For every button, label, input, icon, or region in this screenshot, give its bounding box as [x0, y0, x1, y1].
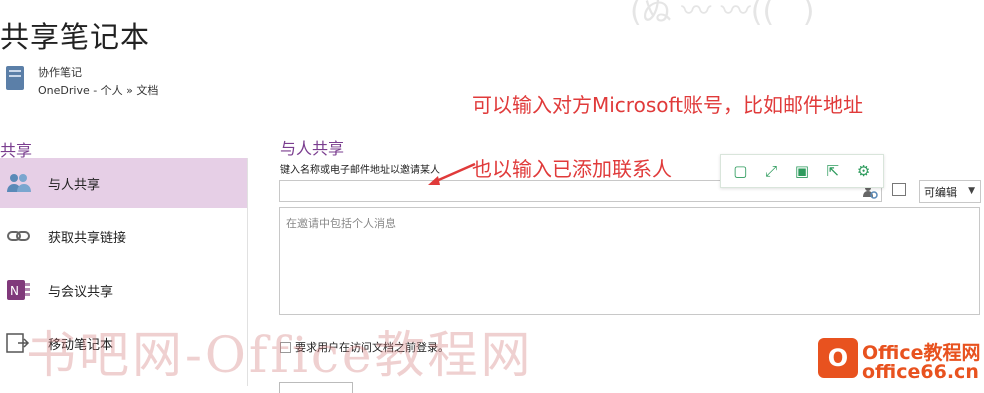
floating-toolbar: ▢ ⤢ ▣ ⇱ ⚙	[720, 154, 884, 188]
annotation-contacts: 也以输入已添加联系人	[472, 157, 672, 181]
permission-value: 可编辑	[924, 186, 957, 199]
expand-icon[interactable]: ⤢	[760, 162, 782, 180]
share-heading: 与人共享	[280, 139, 345, 158]
permission-select[interactable]: 可编辑 ▼	[919, 180, 981, 203]
page-title: 共享笔记本	[0, 20, 151, 54]
people-icon	[6, 172, 32, 194]
sidebar-item-share-with-people[interactable]: 与人共享	[0, 158, 247, 208]
copy-icon[interactable]: ▢	[729, 162, 751, 180]
save-icon[interactable]: ▣	[791, 162, 813, 180]
sidebar-item-share-meeting[interactable]: N 与会议共享	[0, 265, 247, 315]
share-icon[interactable]: ⇱	[822, 162, 844, 180]
message-placeholder: 在邀请中包括个人消息	[286, 217, 396, 230]
link-icon	[6, 225, 32, 247]
top-decoration: (ぬ 〰 〰(( ͡ ͡ )	[630, 0, 815, 29]
address-book-icon[interactable]	[892, 183, 906, 196]
notebook-location: OneDrive - 个人 » 文档	[38, 84, 159, 97]
invite-label: 键入名称或电子邮件地址以邀请某人	[280, 165, 440, 176]
notebook-icon	[6, 66, 24, 90]
watermark: 书吧网-Office教程网	[26, 326, 534, 384]
sidebar-item-label: 与会议共享	[48, 285, 114, 300]
svg-text:N: N	[10, 284, 19, 298]
office-logo-icon: O	[818, 338, 858, 378]
message-textarea[interactable]: 在邀请中包括个人消息	[279, 207, 980, 315]
onenote-icon: N	[6, 279, 32, 301]
settings-icon[interactable]: ⚙	[853, 162, 875, 180]
annotation-account: 可以输入对方Microsoft账号，比如邮件地址	[472, 93, 864, 117]
notebook-name: 协作笔记	[38, 66, 82, 79]
sidebar-item-get-link[interactable]: 获取共享链接	[0, 211, 247, 261]
sidebar-item-label: 与人共享	[48, 178, 101, 193]
chevron-down-icon: ▼	[968, 186, 975, 196]
logo-text-line2: office66.cn	[862, 361, 979, 383]
annotation-arrow-icon	[428, 162, 476, 185]
sidebar-item-label: 获取共享链接	[48, 231, 127, 246]
